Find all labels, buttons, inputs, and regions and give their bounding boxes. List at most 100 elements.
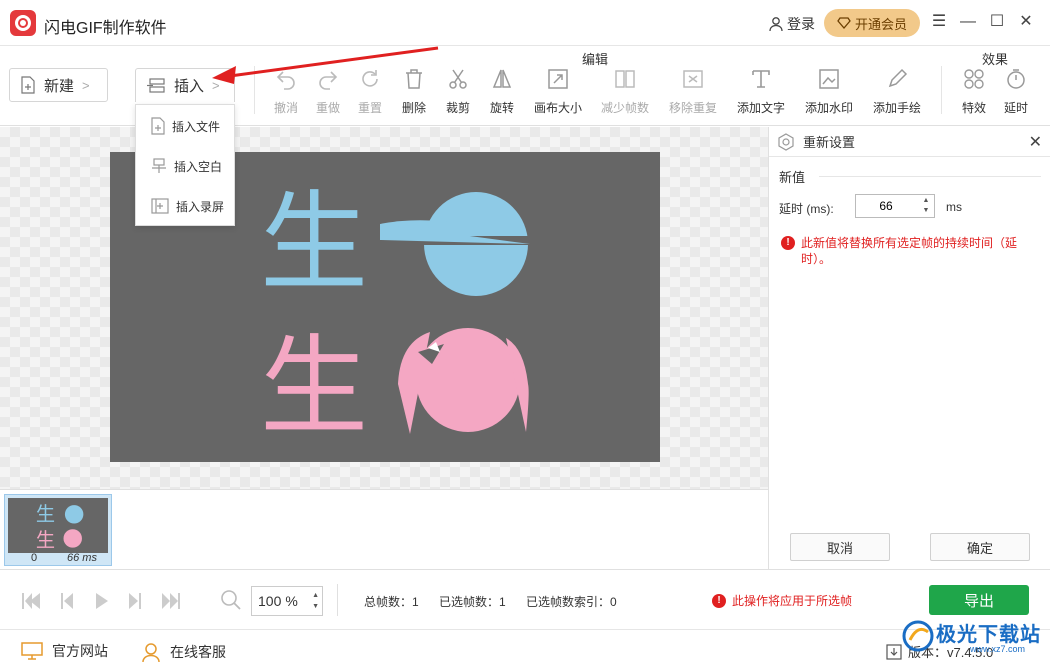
- new-button[interactable]: 新建 >: [9, 68, 108, 102]
- flip-icon: [492, 69, 512, 88]
- preview-glyph-pink: 生: [260, 325, 368, 450]
- login-button[interactable]: 登录: [768, 14, 815, 34]
- menu-item-insert-blank[interactable]: 插入空白: [136, 147, 234, 185]
- rotate-button[interactable]: 旋转: [470, 68, 534, 118]
- insert-dropdown-menu: 插入文件 插入空白 插入录屏: [135, 104, 235, 226]
- apply-note-text: 此操作将应用于所选帧: [732, 594, 853, 608]
- app-logo-icon: [10, 10, 36, 36]
- add-drawing-button[interactable]: 添加手绘: [865, 68, 929, 118]
- reduce-frames-icon: [615, 70, 635, 88]
- selected-frame-index: 已选帧数索引：0: [526, 595, 617, 609]
- footer: 官方网站 在线客服 版本：v7.4.5.0: [0, 629, 1050, 670]
- chevron-right-icon: >: [212, 78, 220, 93]
- delay-unit: ms: [946, 200, 962, 214]
- user-icon: [769, 17, 783, 32]
- preview-glyph-blue: 生: [260, 181, 368, 306]
- selected-frames: 已选帧数：1: [439, 595, 506, 609]
- export-button[interactable]: 导出: [929, 585, 1029, 615]
- title-bar: 闪电GIF制作软件 登录 开通会员 ☰ — ☐ ✕: [0, 0, 1050, 46]
- add-text-label: 添加文字: [736, 101, 785, 115]
- remove-duplicates-button[interactable]: 移除重复: [661, 68, 725, 118]
- official-website-link[interactable]: 官方网站: [20, 641, 108, 661]
- confirm-button[interactable]: 确定: [930, 533, 1030, 561]
- insert-button[interactable]: 插入 >: [135, 68, 235, 102]
- support-agent-icon: [142, 643, 160, 663]
- timer-icon: [1007, 69, 1025, 89]
- pencil-icon: [888, 68, 908, 88]
- new-file-icon: [21, 76, 35, 94]
- new-value-section-label: 新值: [779, 170, 806, 185]
- delay-button[interactable]: 延时: [984, 68, 1048, 118]
- next-frame-icon[interactable]: [124, 590, 146, 612]
- download-icon: [886, 643, 902, 660]
- reduce-frames-button[interactable]: 减少帧数: [593, 68, 657, 118]
- insert-label: 插入: [174, 78, 205, 95]
- delay-label: 延时: [1003, 101, 1028, 115]
- add-watermark-button[interactable]: 添加水印: [797, 68, 861, 118]
- vip-button[interactable]: 开通会员: [824, 9, 920, 37]
- first-frame-icon[interactable]: [20, 590, 42, 612]
- menu-item-insert-recording[interactable]: 插入录屏: [136, 187, 234, 225]
- effect-group-label: 效果: [982, 52, 1009, 67]
- zoom-stepper[interactable]: 100 % ▲ ▼: [251, 586, 323, 616]
- frame-duration: 66 ms: [67, 552, 97, 564]
- redo-icon: [319, 71, 338, 90]
- text-icon: [752, 70, 770, 88]
- canvas-size-button[interactable]: 画布大小: [526, 68, 590, 118]
- play-icon[interactable]: [90, 590, 112, 612]
- delay-field-label: 延时 (ms):: [779, 202, 834, 216]
- minimize-icon[interactable]: —: [958, 12, 978, 32]
- zoom-value: 100: [258, 593, 282, 609]
- warning-icon: !: [712, 593, 726, 608]
- canvas-area: 生 生: [0, 127, 768, 489]
- monitor-icon: [21, 642, 43, 660]
- app-title: 闪电GIF制作软件: [44, 20, 167, 37]
- add-text-button[interactable]: 添加文字: [729, 68, 793, 118]
- effects-icon: [964, 69, 984, 89]
- insert-blank-label: 插入空白: [174, 159, 223, 174]
- resize-icon: [548, 69, 568, 89]
- undo-icon: [276, 71, 295, 90]
- hexagon-icon: [778, 132, 794, 151]
- official-website-label: 官方网站: [52, 643, 108, 659]
- insert-recording-icon: [151, 198, 169, 214]
- spin-arrows-icon[interactable]: ▲ ▼: [920, 196, 932, 216]
- cancel-button[interactable]: 取消: [790, 533, 890, 561]
- frame-filmstrip: 生 生 0 66 ms: [0, 489, 768, 569]
- panel-close-icon[interactable]: ✕: [1029, 132, 1042, 152]
- apply-note: ! 此操作将应用于所选帧: [712, 592, 852, 609]
- total-frames: 总帧数：1: [364, 595, 419, 609]
- spin-arrows-icon[interactable]: ▲ ▼: [312, 590, 319, 612]
- insert-blank-icon: [152, 158, 166, 173]
- insert-icon: [147, 77, 165, 93]
- playback-bar: 100 % ▲ ▼ 总帧数：1 已选帧数：1 已选帧数索引：0 ! 此操作将应用于…: [0, 569, 1050, 629]
- delay-input[interactable]: [856, 195, 916, 217]
- section-divider: [819, 176, 1041, 177]
- hamburger-icon[interactable]: ☰: [929, 12, 949, 32]
- new-label: 新建: [44, 77, 75, 95]
- online-support-label: 在线客服: [170, 644, 226, 660]
- online-support-link[interactable]: 在线客服: [140, 641, 226, 663]
- maximize-icon[interactable]: ☐: [987, 12, 1007, 32]
- add-drawing-label: 添加手绘: [872, 101, 921, 115]
- frame-index: 0: [31, 552, 38, 564]
- canvas-size-label: 画布大小: [533, 101, 582, 115]
- delay-stepper[interactable]: ▲▼: [855, 194, 935, 218]
- diamond-icon: [837, 17, 851, 29]
- menu-item-insert-file[interactable]: 插入文件: [136, 107, 234, 145]
- insert-file-label: 插入文件: [172, 119, 221, 134]
- panel-title: 重新设置: [803, 135, 856, 150]
- frame-thumbnail[interactable]: 生 生 0 66 ms: [4, 494, 112, 566]
- login-label: 登录: [787, 16, 815, 32]
- previous-frame-icon[interactable]: [56, 590, 78, 612]
- frame-thumb-image: 生 生: [8, 498, 108, 553]
- thumb-glyph-blue: 生: [36, 503, 55, 526]
- warning-text: 此新值将替换所有选定帧的持续时间（延时）。: [801, 236, 1018, 266]
- last-frame-icon[interactable]: [160, 590, 182, 612]
- warning-message: ! 此新值将替换所有选定帧的持续时间（延时）。: [781, 235, 1039, 267]
- version-info: 版本：v7.4.5.0: [886, 642, 993, 661]
- thumb-glyph-pink: 生: [36, 528, 55, 551]
- close-icon[interactable]: ✕: [1016, 12, 1036, 32]
- add-watermark-label: 添加水印: [804, 101, 853, 115]
- edit-group-label: 编辑: [582, 52, 609, 67]
